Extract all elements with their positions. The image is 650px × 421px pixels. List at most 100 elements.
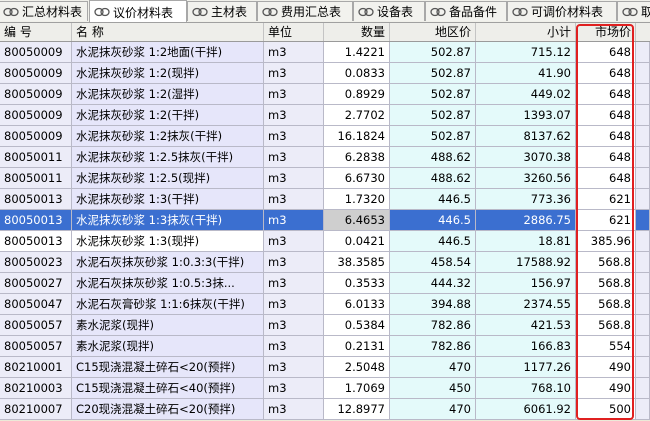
cell-market-price[interactable]: 648 <box>576 147 636 168</box>
header-quantity[interactable]: 数量 <box>324 23 390 41</box>
cell-area-price[interactable]: 446.5 <box>390 189 476 210</box>
cell-subtotal[interactable]: 41.90 <box>476 63 576 84</box>
cell-area-price[interactable]: 470 <box>390 399 476 420</box>
cell-area-price[interactable]: 444.32 <box>390 273 476 294</box>
cell-code[interactable]: 80050011 <box>0 168 72 189</box>
cell-name[interactable]: 水泥抹灰砂浆 1:2(湿拌) <box>72 84 264 105</box>
cell-quantity[interactable]: 1.7069 <box>324 378 390 399</box>
cell-area-price[interactable]: 502.87 <box>390 63 476 84</box>
table-row[interactable]: 80210007 C20现浇混凝土碎石<20(预拌) m3 12.8977 470 606… <box>0 399 650 420</box>
cell-code[interactable]: 80210003 <box>0 378 72 399</box>
cell-code[interactable]: 80050009 <box>0 105 72 126</box>
cell-market-price[interactable]: 568.8 <box>576 315 636 336</box>
tab-main-materials[interactable]: 主材表 <box>187 1 257 21</box>
cell-name[interactable]: 素水泥浆(现拌) <box>72 315 264 336</box>
cell-quantity[interactable]: 12.8977 <box>324 399 390 420</box>
cell-quantity[interactable]: 6.0133 <box>324 294 390 315</box>
cell-code[interactable]: 80050011 <box>0 147 72 168</box>
cell-code[interactable]: 80050057 <box>0 315 72 336</box>
cell-unit[interactable]: m3 <box>264 63 324 84</box>
cell-unit[interactable]: m3 <box>264 336 324 357</box>
cell-unit[interactable]: m3 <box>264 168 324 189</box>
cell-area-price[interactable]: 470 <box>390 357 476 378</box>
table-row[interactable]: 80050023 水泥石灰抹灰砂浆 1:0.3:3(干拌) m3 38.3585 458… <box>0 252 650 273</box>
cell-code[interactable]: 80050009 <box>0 63 72 84</box>
cell-market-price[interactable]: 568.8 <box>576 252 636 273</box>
tab-negotiated-materials[interactable]: 议价材料表 <box>89 0 187 22</box>
cell-subtotal[interactable]: 715.12 <box>476 42 576 63</box>
cell-quantity[interactable]: 0.8929 <box>324 84 390 105</box>
table-row[interactable]: 80050013 水泥抹灰砂浆 1:3抹灰(干拌) m3 6.4653 446.5 288… <box>0 210 650 231</box>
cell-subtotal[interactable]: 1393.07 <box>476 105 576 126</box>
cell-market-price[interactable]: 648 <box>576 168 636 189</box>
table-row[interactable]: 80050009 水泥抹灰砂浆 1:2地面(干拌) m3 1.4221 502.87 71… <box>0 42 650 63</box>
header-unit[interactable]: 单位 <box>264 23 324 41</box>
table-row[interactable]: 80050027 水泥石灰抹灰砂浆 1:0.5:3抹... m3 0.3533 444.… <box>0 273 650 294</box>
cell-market-price[interactable]: 648 <box>576 126 636 147</box>
cell-unit[interactable]: m3 <box>264 126 324 147</box>
cell-market-price[interactable]: 648 <box>576 84 636 105</box>
cell-unit[interactable]: m3 <box>264 147 324 168</box>
table-row[interactable]: 80050057 素水泥浆(现拌) m3 0.2131 782.86 166.83 554 <box>0 336 650 357</box>
cell-quantity[interactable]: 0.0421 <box>324 231 390 252</box>
cell-market-price[interactable]: 490 <box>576 378 636 399</box>
cell-code[interactable]: 80050009 <box>0 126 72 147</box>
cell-quantity[interactable]: 0.3533 <box>324 273 390 294</box>
cell-name[interactable]: 水泥抹灰砂浆 1:2.5(现拌) <box>72 168 264 189</box>
cell-quantity[interactable]: 38.3585 <box>324 252 390 273</box>
tab-spare-parts[interactable]: 备品备件 <box>425 1 507 21</box>
cell-area-price[interactable]: 782.86 <box>390 315 476 336</box>
cell-market-price[interactable]: 500 <box>576 399 636 420</box>
table-row[interactable]: 80210001 C15现浇混凝土碎石<20(预拌) m3 2.5048 470 1177… <box>0 357 650 378</box>
cell-unit[interactable]: m3 <box>264 252 324 273</box>
table-row[interactable]: 80050009 水泥抹灰砂浆 1:2(干拌) m3 2.7702 502.87 1393… <box>0 105 650 126</box>
cell-unit[interactable]: m3 <box>264 399 324 420</box>
cell-market-price[interactable]: 621 <box>576 210 636 231</box>
cell-name[interactable]: 水泥抹灰砂浆 1:2(现拌) <box>72 63 264 84</box>
cell-code[interactable]: 80050013 <box>0 231 72 252</box>
table-row[interactable]: 80050009 水泥抹灰砂浆 1:2(现拌) m3 0.0833 502.87 41.9… <box>0 63 650 84</box>
cell-area-price[interactable]: 488.62 <box>390 168 476 189</box>
table-row[interactable]: 80050011 水泥抹灰砂浆 1:2.5(现拌) m3 6.6730 488.62 32… <box>0 168 650 189</box>
cell-name[interactable]: 水泥抹灰砂浆 1:3抹灰(干拌) <box>72 210 264 231</box>
cell-name[interactable]: 水泥石灰抹灰砂浆 1:0.5:3抹... <box>72 273 264 294</box>
table-row[interactable]: 80050013 水泥抹灰砂浆 1:3(现拌) m3 0.0421 446.5 18.81… <box>0 231 650 252</box>
cell-name[interactable]: 水泥抹灰砂浆 1:2地面(干拌) <box>72 42 264 63</box>
tab-fee[interactable]: 取 <box>617 1 650 21</box>
cell-market-price[interactable]: 385.96 <box>576 231 636 252</box>
cell-unit[interactable]: m3 <box>264 273 324 294</box>
cell-code[interactable]: 80050023 <box>0 252 72 273</box>
table-row[interactable]: 80050009 水泥抹灰砂浆 1:2抹灰(干拌) m3 16.1824 502.87 8… <box>0 126 650 147</box>
cell-name[interactable]: 水泥抹灰砂浆 1:2(干拌) <box>72 105 264 126</box>
cell-name[interactable]: 水泥石灰膏砂浆 1:1:6抹灰(干拌) <box>72 294 264 315</box>
cell-market-price[interactable]: 490 <box>576 357 636 378</box>
cell-area-price[interactable]: 502.87 <box>390 84 476 105</box>
cell-subtotal[interactable]: 2886.75 <box>476 210 576 231</box>
cell-name[interactable]: C15现浇混凝土碎石<20(预拌) <box>72 357 264 378</box>
cell-subtotal[interactable]: 18.81 <box>476 231 576 252</box>
table-row[interactable]: 80050047 水泥石灰膏砂浆 1:1:6抹灰(干拌) m3 6.0133 394.8… <box>0 294 650 315</box>
cell-code[interactable]: 80210007 <box>0 399 72 420</box>
cell-subtotal[interactable]: 156.97 <box>476 273 576 294</box>
cell-quantity[interactable]: 2.7702 <box>324 105 390 126</box>
cell-quantity[interactable]: 6.6730 <box>324 168 390 189</box>
cell-subtotal[interactable]: 421.53 <box>476 315 576 336</box>
cell-code[interactable]: 80050027 <box>0 273 72 294</box>
cell-area-price[interactable]: 446.5 <box>390 210 476 231</box>
cell-market-price[interactable]: 568.8 <box>576 273 636 294</box>
tab-equipment[interactable]: 设备表 <box>353 1 425 21</box>
tab-adjustable-materials[interactable]: 可调价材料表 <box>507 1 617 21</box>
cell-unit[interactable]: m3 <box>264 189 324 210</box>
cell-market-price[interactable]: 648 <box>576 63 636 84</box>
cell-quantity[interactable]: 16.1824 <box>324 126 390 147</box>
cell-unit[interactable]: m3 <box>264 294 324 315</box>
cell-quantity[interactable]: 0.2131 <box>324 336 390 357</box>
cell-name[interactable]: 素水泥浆(现拌) <box>72 336 264 357</box>
cell-quantity[interactable]: 1.4221 <box>324 42 390 63</box>
cell-quantity[interactable]: 2.5048 <box>324 357 390 378</box>
header-area-price[interactable]: 地区价 <box>390 23 476 41</box>
cell-market-price[interactable]: 568.8 <box>576 294 636 315</box>
cell-name[interactable]: C20现浇混凝土碎石<20(预拌) <box>72 399 264 420</box>
cell-area-price[interactable]: 446.5 <box>390 231 476 252</box>
cell-quantity[interactable]: 1.7320 <box>324 189 390 210</box>
